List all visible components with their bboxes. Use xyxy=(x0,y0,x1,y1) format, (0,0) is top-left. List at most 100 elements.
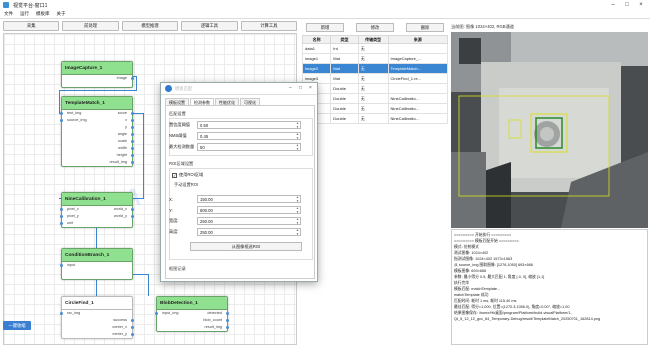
inference-category-button[interactable]: 模型推理 xyxy=(121,21,179,31)
column-header[interactable]: 名称 xyxy=(301,35,332,44)
port-dot[interactable] xyxy=(60,215,63,218)
port-dot[interactable] xyxy=(131,147,134,150)
table-row[interactable]: data1 Int 无 xyxy=(301,43,449,54)
checkbox-icon[interactable]: ✓ xyxy=(172,172,177,178)
log-panel[interactable]: ========= 开始执行 ========= ========= 模板匹配开… xyxy=(451,229,648,345)
logic-tools-button[interactable]: 逻辑工具 xyxy=(181,21,238,31)
add-variable-button[interactable]: 新增 xyxy=(306,23,344,32)
use-roi-checkbox[interactable]: ✓ 使用ROI区域 xyxy=(172,172,203,178)
minimize-icon[interactable]: – xyxy=(289,85,292,91)
port-row[interactable]: result_img xyxy=(62,159,134,166)
spin-icon[interactable]: ▲ ▼ xyxy=(296,121,299,129)
port-row[interactable]: src_img xyxy=(60,310,132,317)
output-port[interactable]: image xyxy=(62,75,134,82)
port-dot[interactable] xyxy=(131,133,134,136)
compute-tools-button[interactable]: 计算工具 xyxy=(240,21,298,31)
node-condition-branch[interactable]: ConditionBranch_1 input xyxy=(60,248,133,280)
spin-icon[interactable]: ▲ ▼ xyxy=(296,217,299,225)
table-row[interactable]: x1Double无 xyxy=(301,83,449,94)
port-dot[interactable] xyxy=(131,126,134,129)
column-header[interactable]: 传输类型 xyxy=(357,35,389,44)
port-row[interactable]: unit xyxy=(60,220,132,227)
port-row[interactable]: result_img xyxy=(157,324,229,331)
select-roi-from-image-button[interactable]: 从图像框选ROI xyxy=(190,242,302,251)
port-row[interactable]: width xyxy=(62,145,134,152)
port-row[interactable]: test_img score xyxy=(60,110,134,117)
port-row[interactable]: source_img x xyxy=(60,117,134,124)
port-dot[interactable] xyxy=(131,77,134,80)
roi-y-input[interactable]: 600.00 ▲ ▼ xyxy=(197,206,301,214)
maximize-icon[interactable]: □ xyxy=(620,0,634,10)
spin-icon[interactable]: ▲ ▼ xyxy=(296,206,299,214)
maximize-icon[interactable]: □ xyxy=(299,85,302,91)
port-dot[interactable] xyxy=(131,112,134,115)
port-dot[interactable] xyxy=(60,264,63,267)
port-row[interactable]: pixel_y world_y xyxy=(60,213,134,220)
port-row[interactable]: input_img detected xyxy=(155,310,229,317)
close-icon[interactable]: × xyxy=(634,0,648,10)
collapse-all-button[interactable]: 一键收缩 xyxy=(3,321,31,330)
roi-height-input[interactable]: 250.00 ▲ ▼ xyxy=(197,228,301,236)
capture-category-button[interactable]: 采集 xyxy=(3,21,60,31)
port-dot[interactable] xyxy=(60,119,63,122)
port-dot[interactable] xyxy=(60,312,63,315)
spin-icon[interactable]: ▲ ▼ xyxy=(296,132,299,140)
close-icon[interactable]: × xyxy=(309,85,312,91)
port-row[interactable]: blob_count xyxy=(157,317,229,324)
port-row[interactable]: input xyxy=(60,262,132,269)
column-header[interactable]: 类型 xyxy=(330,35,359,44)
max-detections-input[interactable]: 50 ▲ ▼ xyxy=(197,143,301,151)
node-template-match[interactable]: TemplateMatch_1 test_img score source_img… xyxy=(60,96,134,167)
confidence-input[interactable]: 0.50 ▲ ▼ xyxy=(197,121,301,129)
nms-input[interactable]: 0.45 ▲ ▼ xyxy=(197,132,301,140)
delete-variable-button[interactable]: 删除 xyxy=(406,23,444,32)
table-row[interactable]: x2Double无NineCalibratio... xyxy=(301,103,449,114)
port-dot[interactable] xyxy=(226,326,229,329)
port-dot[interactable] xyxy=(60,222,63,225)
port-dot[interactable] xyxy=(226,312,229,315)
column-header[interactable]: 来源 xyxy=(387,35,449,44)
port-dot[interactable] xyxy=(155,312,158,315)
minimize-icon[interactable]: – xyxy=(606,0,620,10)
table-row[interactable]: y1Double无NineCalibratio... xyxy=(301,93,449,104)
port-dot[interactable] xyxy=(60,208,63,211)
port-dot[interactable] xyxy=(131,119,134,122)
port-row[interactable]: center_y xyxy=(62,331,134,338)
port-row[interactable]: center_x xyxy=(62,324,134,331)
node-nine-calibration[interactable]: NineCalibration_1 pixel_x world_x pixel_y… xyxy=(60,192,134,228)
roi-width-input[interactable]: 250.00 ▲ ▼ xyxy=(197,217,301,225)
port-dot[interactable] xyxy=(131,208,134,211)
port-row[interactable]: angle xyxy=(62,131,134,138)
port-row[interactable]: scale xyxy=(62,138,134,145)
port-row[interactable]: pixel_x world_x xyxy=(60,206,134,213)
menu-file[interactable]: 文件 xyxy=(4,11,13,17)
port-dot[interactable] xyxy=(60,112,63,115)
preprocess-category-button[interactable]: 前处理 xyxy=(62,21,119,31)
table-row[interactable]: image1 Mat 无 ImageCapture_... xyxy=(301,53,449,64)
port-dot[interactable] xyxy=(131,154,134,157)
port-row[interactable]: height xyxy=(62,152,134,159)
port-dot[interactable] xyxy=(131,140,134,143)
menu-template-lib[interactable]: 模板库 xyxy=(36,11,50,17)
port-dot[interactable] xyxy=(131,319,134,322)
port-row[interactable]: y xyxy=(62,124,134,131)
roi-x-input[interactable]: 150.00 ▲ ▼ xyxy=(197,195,301,203)
dialog-title-bar[interactable]: 模板匹配 xyxy=(161,83,317,95)
spin-icon[interactable]: ▲ ▼ xyxy=(296,195,299,203)
edit-variable-button[interactable]: 修改 xyxy=(356,23,394,32)
spin-icon[interactable]: ▲ ▼ xyxy=(296,228,299,236)
port-dot[interactable] xyxy=(131,161,134,164)
port-dot[interactable] xyxy=(131,215,134,218)
port-dot[interactable] xyxy=(226,319,229,322)
spin-icon[interactable]: ▲ ▼ xyxy=(296,143,299,151)
table-row[interactable]: image3 Mat 无 CircleFind_1.re... xyxy=(301,73,449,84)
port-row[interactable]: success xyxy=(62,317,134,324)
node-blob-detection[interactable]: BlobDetection_1 input_img detected blob_c… xyxy=(155,296,229,332)
node-image-capture[interactable]: ImageCapture_1 image xyxy=(61,61,134,88)
port-dot[interactable] xyxy=(131,326,134,329)
port-dot[interactable] xyxy=(131,333,134,336)
node-circle-find[interactable]: CircleFind_1 src_img success center_x ce… xyxy=(60,296,134,339)
menu-run[interactable]: 运行 xyxy=(20,11,29,17)
image-viewer[interactable] xyxy=(451,32,648,228)
table-row-selected[interactable]: image2 Mat 无 TemplateMatch... xyxy=(301,63,449,74)
